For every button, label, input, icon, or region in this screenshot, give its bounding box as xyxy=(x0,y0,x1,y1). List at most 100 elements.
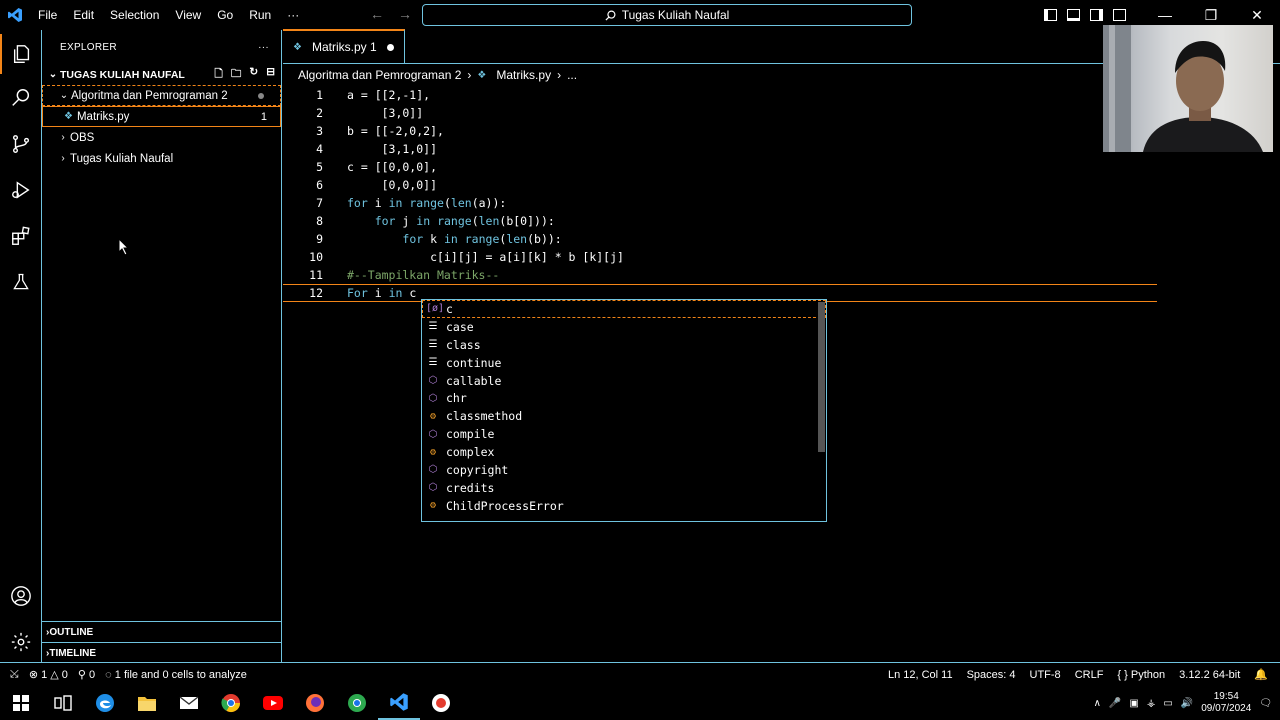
menu-run[interactable]: Run xyxy=(241,8,279,22)
unsaved-dot-icon[interactable] xyxy=(386,43,394,51)
volume-icon[interactable]: 🔊 xyxy=(1181,698,1193,709)
extensions-icon[interactable] xyxy=(0,216,42,256)
suggestion-item[interactable]: ⬡ chr xyxy=(422,389,826,407)
task-view-icon[interactable] xyxy=(42,686,84,720)
youtube-icon[interactable] xyxy=(252,686,294,720)
cursor-position[interactable]: Ln 12, Col 11 xyxy=(888,669,953,681)
outline-section[interactable]: › OUTLINE xyxy=(42,621,282,642)
file-matriks[interactable]: ❖ Matriks.py 1 xyxy=(42,106,281,127)
breadcrumb-tail[interactable]: ... xyxy=(567,68,577,82)
line-ending[interactable]: CRLF xyxy=(1075,669,1104,681)
breadcrumb-file[interactable]: Matriks.py xyxy=(496,68,551,82)
file-explorer-icon[interactable] xyxy=(126,686,168,720)
autocomplete-popup[interactable]: [ø] c ☰ case ☰ class ☰ continue ⬡ callable ⬡ chr ⚙ cl… xyxy=(421,299,827,522)
suggestion-item[interactable]: ☰ class xyxy=(422,336,826,354)
line-number: 9 xyxy=(316,232,323,246)
menu-selection[interactable]: Selection xyxy=(102,8,167,22)
line-number: 8 xyxy=(316,214,323,228)
new-file-icon[interactable]: 🗋 xyxy=(214,66,222,84)
customize-layout-icon[interactable] xyxy=(1113,9,1126,21)
code-line[interactable]: 5 c = [[0,0,0], xyxy=(283,158,1280,176)
restore-button[interactable]: ❐ xyxy=(1188,7,1234,24)
code-line[interactable]: 6 [0,0,0]] xyxy=(283,176,1280,194)
firefox-icon[interactable] xyxy=(294,686,336,720)
microphone-icon[interactable]: 🎤 xyxy=(1109,698,1121,709)
folder-obs[interactable]: › OBS xyxy=(42,127,281,148)
forward-arrow-icon[interactable]: → xyxy=(398,6,412,22)
vscode-taskbar-icon[interactable] xyxy=(378,686,420,720)
search-view-icon[interactable] xyxy=(0,78,42,118)
accounts-icon[interactable] xyxy=(0,576,42,616)
folder-tugas-kuliah[interactable]: › Tugas Kuliah Naufal xyxy=(42,148,281,169)
chrome-profile-icon[interactable] xyxy=(336,686,378,720)
toggle-secondary-sidebar-icon[interactable] xyxy=(1090,9,1103,21)
menu-view[interactable]: View xyxy=(167,8,209,22)
back-arrow-icon[interactable]: ← xyxy=(370,6,384,22)
python-interpreter[interactable]: 3.12.2 64-bit xyxy=(1179,669,1240,681)
remote-icon[interactable]: ⤩ xyxy=(10,668,19,681)
tab-matriks[interactable]: ❖ Matriks.py 1 xyxy=(283,29,405,63)
breadcrumb-folder[interactable]: Algoritma dan Pemrograman 2 xyxy=(298,68,461,82)
testing-icon[interactable] xyxy=(0,262,42,302)
taskbar-clock[interactable]: 19:54 09/07/2024 xyxy=(1201,691,1251,715)
source-control-icon[interactable] xyxy=(0,124,42,164)
code-line[interactable]: 8 for j in range(len(b[0])): xyxy=(283,212,1280,230)
suggestion-item[interactable]: ☰ case xyxy=(422,318,826,336)
chrome-icon[interactable] xyxy=(210,686,252,720)
problems-indicator[interactable]: ⊗ 1 △ 0 xyxy=(29,668,68,681)
indentation[interactable]: Spaces: 4 xyxy=(967,669,1016,681)
suggestion-item[interactable]: ⬡ callable xyxy=(422,372,826,390)
minimize-button[interactable]: — xyxy=(1142,7,1188,23)
command-center-search[interactable]: Tugas Kuliah Naufal xyxy=(422,4,912,26)
manage-gear-icon[interactable] xyxy=(0,622,42,662)
screen-recorder-icon[interactable] xyxy=(420,686,462,720)
explorer-icon[interactable] xyxy=(0,34,42,74)
collapse-all-icon[interactable]: ⊟ xyxy=(266,66,275,84)
chevron-right-icon: › xyxy=(61,153,65,164)
notification-center-icon[interactable]: 🗨 xyxy=(1259,698,1272,709)
display-icon[interactable]: ▣ xyxy=(1129,698,1138,709)
language-mode[interactable]: { } Python xyxy=(1117,669,1165,681)
menu-more[interactable]: ··· xyxy=(279,8,307,22)
suggestion-item[interactable]: ⚙ classmethod xyxy=(422,407,826,425)
code-line[interactable]: 9 for k in range(len(b)): xyxy=(283,230,1280,248)
toggle-sidebar-icon[interactable] xyxy=(1044,9,1057,21)
suggest-scrollbar[interactable] xyxy=(818,302,825,452)
tray-chevron-up-icon[interactable]: ∧ xyxy=(1094,698,1101,709)
menu-edit[interactable]: Edit xyxy=(65,8,102,22)
windows-start-icon[interactable] xyxy=(0,686,42,720)
suggestion-item[interactable]: ⚙ ChildProcessError xyxy=(422,497,826,515)
encoding[interactable]: UTF-8 xyxy=(1030,669,1061,681)
run-debug-icon[interactable] xyxy=(0,170,42,210)
edge-browser-icon[interactable] xyxy=(84,686,126,720)
code-line[interactable]: 11 #--Tampilkan Matriks-- xyxy=(283,266,1280,284)
ports-indicator[interactable]: ⚲ 0 xyxy=(78,668,95,681)
close-button[interactable]: ✕ xyxy=(1234,7,1280,24)
notifications-bell-icon[interactable]: 🔔 xyxy=(1254,668,1268,681)
analyze-status[interactable]: ◌ 1 file and 0 cells to analyze xyxy=(105,669,247,681)
battery-icon[interactable]: ▭ xyxy=(1163,698,1172,709)
suggestion-item[interactable]: ⬡ compile xyxy=(422,425,826,443)
workspace-root[interactable]: ⌄ TUGAS KULIAH NAUFAL 🗋 🗀 ↻ ⊟ xyxy=(42,64,281,85)
network-icon[interactable]: ⚶ xyxy=(1147,698,1156,709)
code-line[interactable]: 10 c[i][j] = a[i][k] * b [k][j] xyxy=(283,248,1280,266)
explorer-more-button[interactable]: ··· xyxy=(258,42,269,53)
menu-go[interactable]: Go xyxy=(209,8,241,22)
menu-file[interactable]: File xyxy=(30,8,65,22)
code-line[interactable]: 7 for i in range(len(a)): xyxy=(283,194,1280,212)
suggestion-item[interactable]: ⚙ complex xyxy=(422,443,826,461)
suggestion-item[interactable]: ⬡ credits xyxy=(422,479,826,497)
suggestion-item[interactable]: ☰ continue xyxy=(422,354,826,372)
line-text: for k in range(len(b)): xyxy=(402,232,562,246)
line-text: c[i][j] = a[i][k] * b [k][j] xyxy=(347,250,624,264)
timeline-section[interactable]: › TIMELINE xyxy=(42,642,282,663)
folder-algoritma-label: Algoritma dan Pemrograman 2 xyxy=(71,89,228,102)
mail-icon[interactable] xyxy=(168,686,210,720)
suggestion-item[interactable]: [ø] c xyxy=(422,300,826,318)
line-text: [0,0,0]] xyxy=(347,178,438,192)
toggle-panel-icon[interactable] xyxy=(1067,9,1080,21)
folder-algoritma[interactable]: ⌄ Algoritma dan Pemrograman 2 xyxy=(42,85,281,106)
suggestion-item[interactable]: ⬡ copyright xyxy=(422,461,826,479)
refresh-icon[interactable]: ↻ xyxy=(249,66,258,84)
new-folder-icon[interactable]: 🗀 xyxy=(231,66,242,84)
